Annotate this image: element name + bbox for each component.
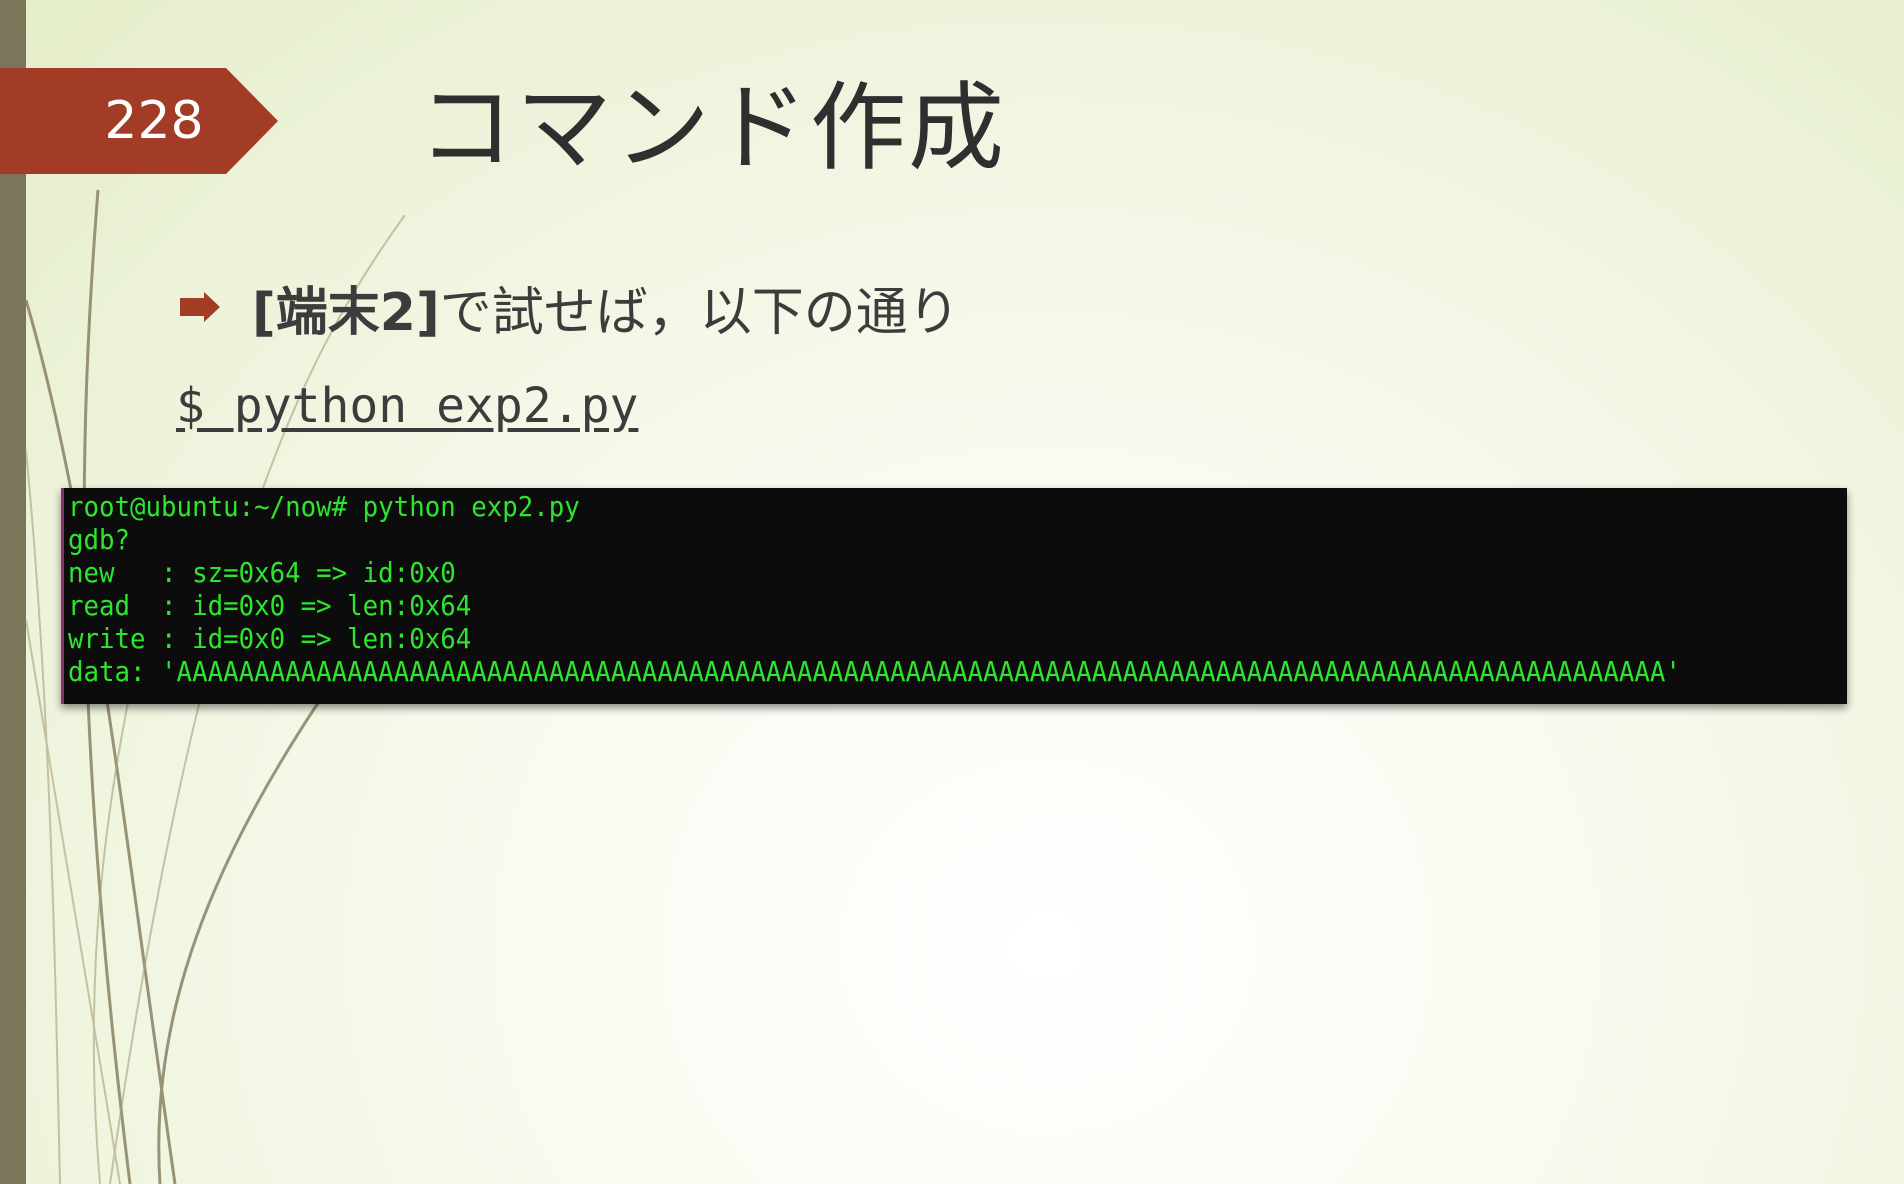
arrow-bullet-icon — [180, 292, 220, 322]
bullet-item: [端末2] で試せば，以下の通り — [178, 272, 960, 343]
terminal-line: read : id=0x0 => len:0x64 — [68, 589, 472, 622]
bullet-bold-text: [端末2] — [252, 282, 440, 343]
slide-number: 228 — [104, 91, 204, 151]
bullet-text: で試せば，以下の通り — [439, 282, 960, 343]
terminal-line: gdb? — [68, 523, 131, 556]
terminal-line: write : id=0x0 => len:0x64 — [68, 622, 472, 655]
terminal-line: root@ubuntu:~/now# python exp2.py — [68, 490, 580, 523]
command-text: $ python exp2.py — [176, 378, 639, 434]
terminal-screenshot: root@ubuntu:~/now# python exp2.py gdb? n… — [61, 488, 1847, 704]
left-side-bar — [0, 0, 26, 1184]
slide-title: コマンド作成 — [418, 72, 1006, 184]
terminal-line: data: 'AAAAAAAAAAAAAAAAAAAAAAAAAAAAAAAAA… — [68, 655, 1681, 688]
terminal-line: new : sz=0x64 => id:0x0 — [68, 556, 456, 589]
